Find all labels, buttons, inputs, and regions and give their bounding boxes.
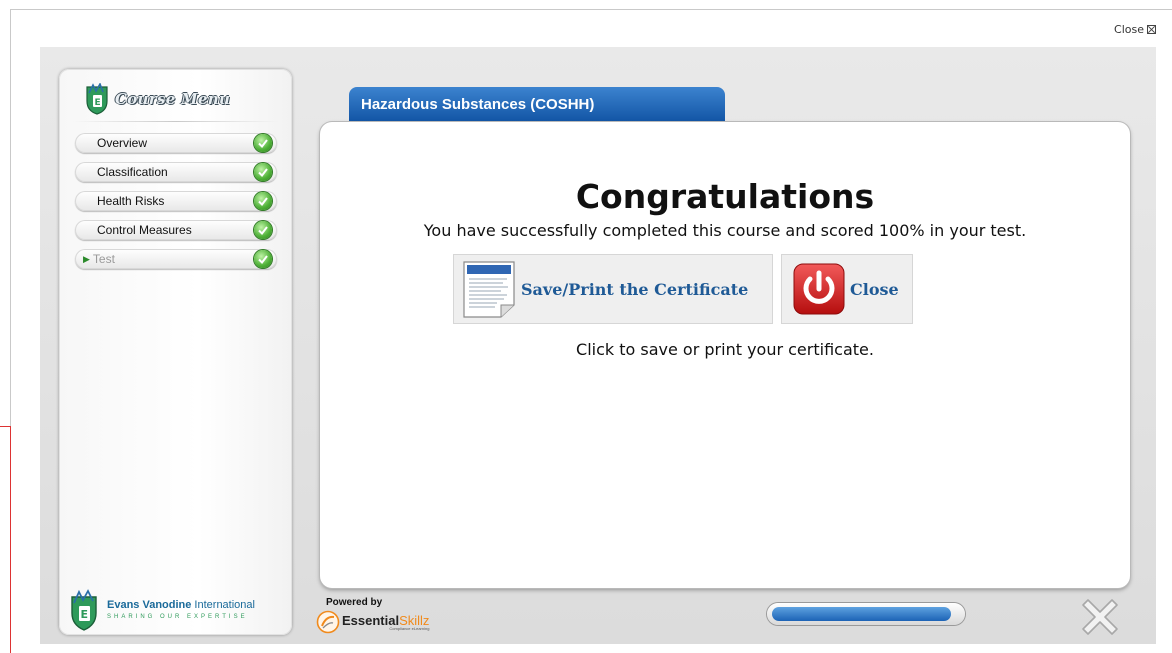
menu-item-control-measures[interactable]: Control Measures	[75, 220, 277, 240]
complete-check-icon	[254, 192, 272, 210]
complete-check-icon	[254, 221, 272, 239]
top-close-label: Close	[1114, 23, 1144, 36]
save-print-certificate-button[interactable]: Save/Print the Certificate	[453, 254, 773, 324]
menu-item-label: Test	[92, 252, 115, 266]
power-icon	[793, 263, 845, 315]
course-menu-header: E Course Menu	[83, 83, 230, 115]
brand-tagline: SHARING OUR EXPERTISE	[107, 614, 248, 620]
progress-fill	[772, 607, 951, 621]
svg-text:E: E	[81, 608, 89, 621]
complete-check-icon	[254, 250, 272, 268]
evans-vanodine-logo-icon: E	[71, 589, 97, 631]
result-panel: Congratulations You have successfully co…	[320, 122, 1130, 588]
close-box-icon	[1147, 25, 1156, 34]
menu-item-label: Classification	[97, 165, 168, 179]
menu-item-overview[interactable]: Overview	[75, 133, 277, 153]
close-button-label: Close	[850, 279, 899, 299]
essentialskillz-swirl-icon	[316, 610, 340, 634]
course-title-tab: Hazardous Substances (COSHH)	[349, 87, 725, 121]
course-title: Hazardous Substances (COSHH)	[361, 95, 595, 113]
menu-item-test[interactable]: ▶ Test	[75, 249, 277, 269]
completion-message: You have successfully completed this cou…	[423, 221, 1027, 240]
exit-x-icon	[1082, 599, 1118, 635]
certificate-hint: Click to save or print your certificate.	[576, 340, 874, 359]
evans-vanodine-brand: E Evans Vanodine International SHARING O…	[67, 589, 255, 631]
svg-text:E: E	[95, 98, 101, 108]
current-arrow-icon: ▶	[83, 253, 90, 264]
certificate-button-label: Save/Print the Certificate	[521, 279, 749, 299]
complete-check-icon	[254, 163, 272, 181]
course-menu-title: Course Menu	[115, 90, 231, 108]
menu-item-label: Health Risks	[97, 194, 165, 208]
essentialskillz-logo: EssentialSkillz Compliance eLearning	[316, 610, 429, 634]
course-progress-bar	[767, 603, 965, 625]
top-close-link[interactable]: Close	[1114, 23, 1156, 36]
menu-divider	[73, 121, 279, 122]
certificate-document-icon	[463, 261, 515, 318]
menu-item-label: Control Measures	[97, 223, 192, 237]
powered-by-label: Powered by	[326, 597, 383, 608]
brand-name: Evans Vanodine International	[107, 599, 255, 611]
course-stage: E Course Menu Overview Classification He…	[40, 47, 1156, 644]
course-menu-panel: E Course Menu Overview Classification He…	[59, 69, 292, 635]
menu-item-classification[interactable]: Classification	[75, 162, 277, 182]
powered-by-block: Powered by EssentialSkillz Compliance eL…	[316, 597, 429, 634]
menu-item-label: Overview	[97, 136, 148, 150]
red-edge-line	[10, 426, 11, 653]
menu-item-health-risks[interactable]: Health Risks	[75, 191, 277, 211]
red-edge-tick	[0, 426, 11, 427]
complete-check-icon	[254, 134, 272, 152]
close-course-button[interactable]: Close	[781, 254, 913, 324]
congratulations-heading: Congratulations	[575, 177, 875, 216]
exit-x-button[interactable]	[1080, 596, 1120, 636]
course-menu-list: Overview Classification Health Risks Con…	[75, 133, 277, 278]
course-menu-logo-icon: E	[86, 83, 108, 115]
